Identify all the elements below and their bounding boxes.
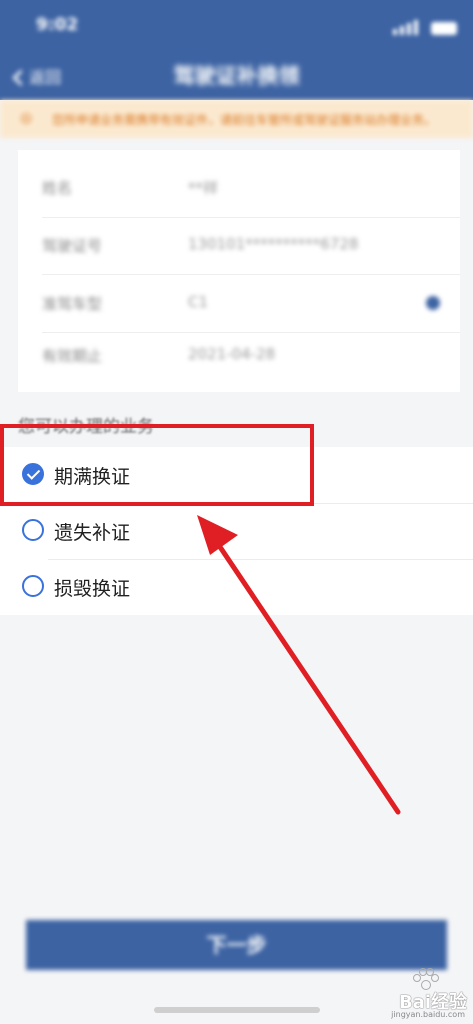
next-button[interactable]: 下一步: [26, 920, 447, 970]
watermark-subtext: jingyan.baidu.com: [391, 1010, 465, 1019]
annotation-arrow: [197, 515, 401, 815]
paw-logo-icon: [413, 968, 439, 990]
watermark: Bai经验 jingyan.baidu.com: [375, 968, 467, 1022]
home-indicator[interactable]: [154, 1007, 320, 1013]
